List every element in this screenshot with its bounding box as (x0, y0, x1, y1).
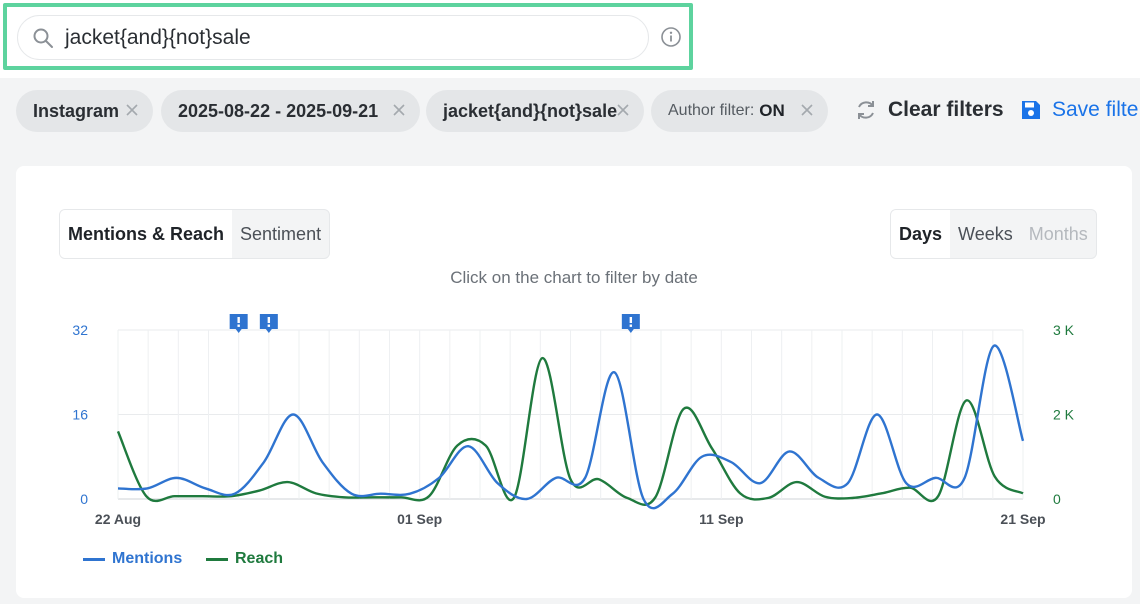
event-marker-glyph (237, 324, 240, 327)
right-axis-tick: 3 K (1053, 322, 1075, 338)
filter-chip-query[interactable]: jacket{and}{not}sale (426, 90, 644, 132)
event-marker-glyph (629, 324, 633, 327)
save-icon (1022, 101, 1040, 119)
filter-chip-label: 2025-08-22 - 2025-09-21 (178, 100, 379, 121)
x-axis-tick: 21 Sep (1000, 511, 1045, 527)
filter-chip-label: Instagram (33, 100, 120, 121)
x-axis-tick: 22 Aug (95, 511, 141, 527)
right-axis-tick: 2 K (1053, 407, 1075, 423)
left-axis-tick: 32 (72, 322, 88, 338)
legend-mentions-label: Mentions (112, 550, 183, 567)
top-bar: jacket{and}{not}sale (0, 0, 1140, 78)
filter-chip-label: jacket{and}{not}sale (443, 100, 618, 121)
clear-filters-label: Clear filters (888, 98, 1004, 121)
event-marker-glyph (267, 317, 271, 323)
filter-chip-author[interactable]: Author filter: ON (651, 90, 828, 132)
info-icon[interactable] (660, 26, 682, 48)
event-marker-glyph (267, 324, 271, 327)
filter-chip-date-range[interactable]: 2025-08-22 - 2025-09-21 (161, 90, 420, 132)
reach-swatch (206, 557, 228, 561)
chart-card: Mentions & Reach Sentiment Days Weeks Mo… (16, 166, 1132, 598)
close-icon[interactable] (798, 101, 816, 119)
save-filters-button[interactable]: Save filte (1020, 98, 1138, 122)
search-icon (33, 28, 53, 48)
mentions-swatch (83, 557, 105, 561)
event-marker-glyph (629, 317, 633, 323)
left-axis-tick: 0 (80, 491, 88, 507)
refresh-icon (858, 101, 874, 119)
clear-filters-button[interactable]: Clear filters (854, 98, 1004, 122)
save-filters-label: Save filte (1052, 98, 1139, 121)
close-icon[interactable] (390, 101, 408, 119)
legend-reach-label: Reach (235, 550, 284, 567)
left-axis-tick: 16 (72, 407, 88, 423)
search-query-text: jacket{and}{not}sale (65, 26, 251, 49)
author-filter-value: ON (759, 101, 785, 120)
legend-mentions[interactable]: Mentions (83, 550, 182, 568)
legend-reach[interactable]: Reach (206, 550, 283, 568)
event-marker-glyph (237, 317, 240, 323)
x-axis-tick: 11 Sep (699, 511, 743, 527)
mentions-reach-chart[interactable]: 0 16 32 0 2 K 3 K 22 Aug 01 Sep 11 Sep 21 Sep (16, 166, 1132, 546)
right-axis-tick: 0 (1053, 491, 1061, 507)
close-icon[interactable] (614, 101, 632, 119)
search-highlight: jacket{and}{not}sale (3, 3, 693, 70)
x-axis-tick: 01 Sep (397, 511, 442, 527)
author-filter-label: Author filter: (668, 102, 755, 119)
close-icon[interactable] (123, 101, 141, 119)
filter-chip-platform[interactable]: Instagram (16, 90, 153, 132)
search-input[interactable]: jacket{and}{not}sale (17, 15, 649, 60)
filter-bar: Instagram 2025-08-22 - 2025-09-21 jacket… (0, 78, 1140, 146)
